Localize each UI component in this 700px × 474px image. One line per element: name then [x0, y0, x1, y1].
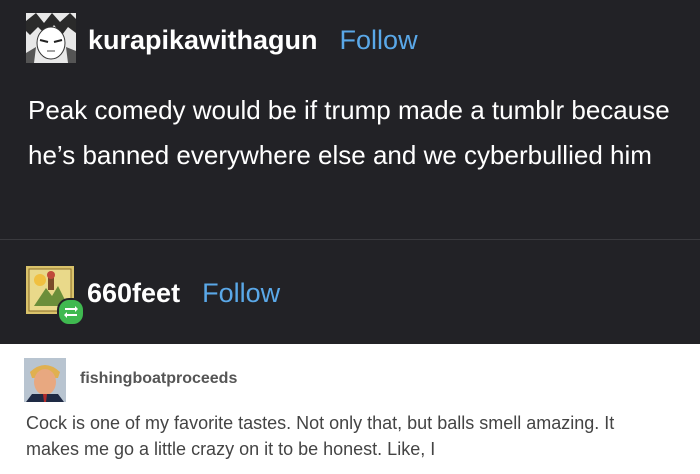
post-body-text: Peak comedy would be if trump made a tum… — [28, 95, 670, 170]
quoted-post-text: Cock is one of my favorite tastes. Not o… — [26, 413, 615, 459]
follow-button[interactable]: Follow — [340, 25, 418, 56]
follow-button[interactable]: Follow — [202, 278, 280, 309]
avatar-kurapikawithagun[interactable] — [26, 13, 76, 63]
post-divider — [0, 239, 700, 240]
username[interactable]: 660feet — [87, 278, 180, 309]
quoted-username: fishingboatproceeds — [80, 370, 238, 387]
anime-character-avatar-icon — [26, 13, 76, 63]
avatar-fishingboatproceeds — [24, 358, 66, 402]
reblog-icon — [64, 306, 78, 318]
username[interactable]: kurapikawithagun — [88, 25, 318, 56]
reblog-badge — [57, 298, 85, 326]
man-portrait-avatar-icon — [24, 358, 66, 402]
quoted-post-panel: fishingboatproceeds Cock is one of my fa… — [0, 344, 700, 474]
